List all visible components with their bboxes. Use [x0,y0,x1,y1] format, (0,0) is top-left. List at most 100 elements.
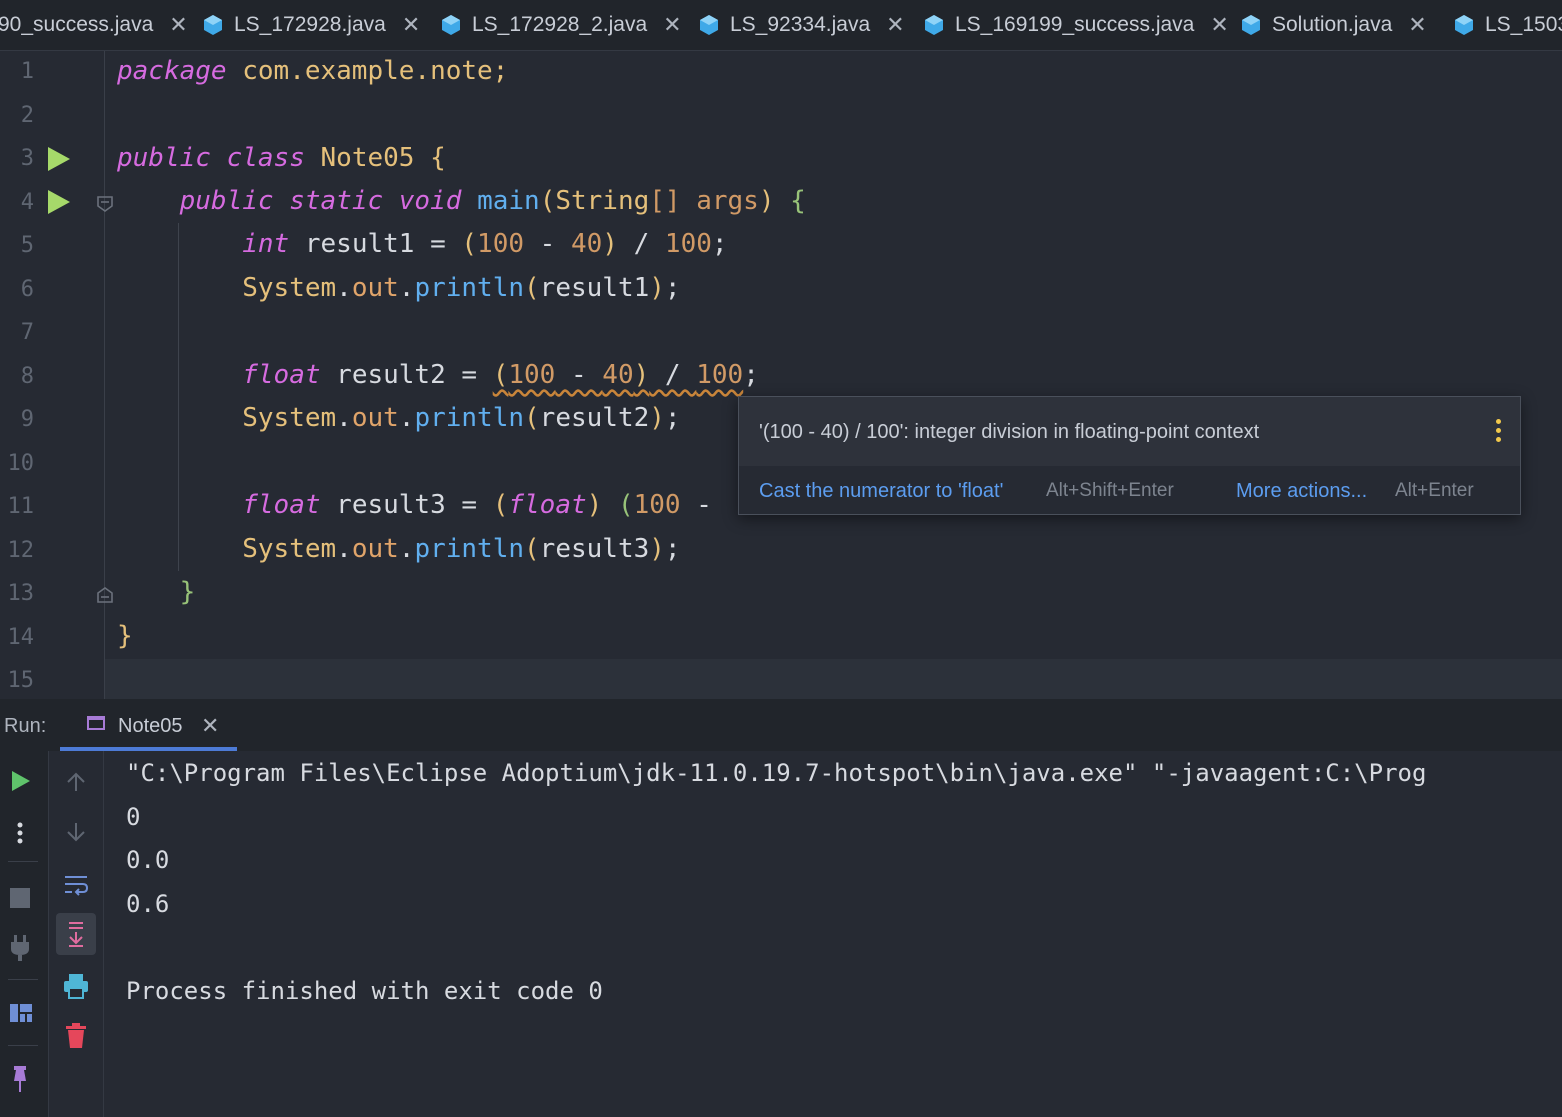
run-main-icon[interactable] [48,190,70,214]
code-line-13: } [117,577,196,607]
number: 100 [508,360,556,390]
popup-header: '(100 - 40) / 100': integer division in … [739,397,1520,465]
rerun-icon[interactable] [10,769,32,793]
keyword: float [242,490,321,520]
fold-collapse-icon[interactable] [96,195,114,213]
tab-label: LS_172928_2.java [472,13,648,36]
console-output-line: 0 [126,803,141,831]
java-file-icon [700,15,718,35]
class-ref: System [242,534,337,564]
soft-wrap-icon[interactable] [63,873,89,897]
line-number: 10 [7,451,35,476]
paren: ( [524,403,540,433]
tab-close-icon[interactable]: ✕ [1408,12,1426,38]
cast-numerator-action[interactable]: Cast the numerator to 'float' [759,480,1003,503]
field-ref: out [351,534,399,564]
java-file-icon [204,15,222,35]
brace: } [117,621,133,651]
attach-debugger-icon[interactable] [10,935,30,961]
field-ref: out [351,273,399,303]
tab-solution[interactable]: Solution.java ✕ [1240,0,1427,50]
paren: ) [649,273,665,303]
dot: . [398,534,415,564]
run-tab-label: Note05 [118,715,183,737]
tab-close-icon[interactable]: ✕ [886,12,904,38]
layout-icon[interactable] [9,1003,33,1023]
line-number: 7 [20,320,34,345]
semicolon: ; [664,403,681,433]
line-number: 4 [20,190,34,215]
shortcut-hint: Alt+Enter [1395,480,1474,501]
tab-ls-1503[interactable]: LS_1503 [1453,0,1562,50]
more-vertical-icon[interactable] [16,821,24,845]
fold-end-icon[interactable] [96,586,114,604]
java-file-icon [1455,15,1473,35]
paren: ( [461,229,478,259]
pin-icon[interactable] [10,1065,30,1093]
tab-90-success[interactable]: 90_success.java ✕ [0,0,188,50]
more-actions-link[interactable]: More actions... [1236,480,1367,503]
paren: ( [492,360,509,390]
argument: result1 [539,273,650,303]
arrow-down-icon[interactable] [65,821,87,843]
keyword: public [117,143,211,173]
tab-ls-92334[interactable]: LS_92334.java ✕ [698,0,905,50]
tab-ls-172928[interactable]: LS_172928.java ✕ [202,0,420,50]
paren: ( [524,273,540,303]
run-label: Run: [4,715,47,737]
console-exit-message: Process finished with exit code 0 [126,977,603,1005]
shortcut-hint: Alt+Shift+Enter [1046,480,1174,501]
run-left-toolbar [0,751,49,1117]
line-number: 1 [20,59,34,84]
tab-close-icon[interactable]: ✕ [402,12,420,38]
tab-ls-169199-success[interactable]: LS_169199_success.java ✕ [923,0,1229,50]
console-output-line: 0.6 [126,890,170,918]
line-number: 11 [7,494,35,519]
class-name: Note05 [320,143,415,173]
tab-close-icon[interactable]: ✕ [169,12,187,38]
code-line-5: int result1 = (100 - 40) / 100; [117,229,728,259]
console-output-line: 0.0 [126,846,170,874]
line-number: 8 [20,364,34,389]
method-call: println [414,273,525,303]
keyword: public [179,186,274,216]
number: 100 [477,229,525,259]
package-name: com.example.note; [226,56,509,86]
stop-icon[interactable] [9,887,31,909]
run-toolwindow-header: Run: Note05 ✕ [0,699,1562,751]
argument: result2 [539,403,650,433]
operator: - [555,360,603,390]
operator: / [617,229,665,259]
paren: ( [617,490,634,520]
line-number: 2 [20,103,34,128]
field-ref: out [351,403,399,433]
semicolon: ; [711,229,728,259]
number: 100 [633,490,681,520]
code-editor[interactable]: 1 2 3 4 5 6 7 8 9 10 11 12 13 14 15 pack… [0,51,1562,702]
run-tab-note05[interactable]: Note05 ✕ [60,699,237,751]
arrow-up-icon[interactable] [65,771,87,793]
warning-expression[interactable]: (100 - 40) / 100 [493,360,744,390]
separator [8,1045,38,1046]
paren: ( [539,186,556,216]
tab-close-icon[interactable]: ✕ [1210,12,1228,38]
tab-label: LS_172928.java [234,13,386,36]
paren: ) [586,490,603,520]
print-icon[interactable] [63,973,89,999]
semicolon: ; [743,360,759,390]
scroll-to-end-toggle[interactable] [56,913,96,955]
dot: . [336,534,352,564]
trash-icon[interactable] [65,1023,87,1049]
code-line-14: } [117,621,133,651]
java-file-icon [442,15,460,35]
brace: { [790,186,806,216]
keyword: static [289,186,384,216]
run-class-icon[interactable] [48,147,70,171]
tab-ls-172928-2[interactable]: LS_172928_2.java ✕ [440,0,682,50]
dot: . [336,403,352,433]
close-icon[interactable]: ✕ [201,713,219,739]
console-icon [87,716,105,730]
tab-close-icon[interactable]: ✕ [663,12,681,38]
more-options-icon[interactable] [1496,419,1502,446]
code-line-9: System.out.println(result2); [117,403,681,433]
